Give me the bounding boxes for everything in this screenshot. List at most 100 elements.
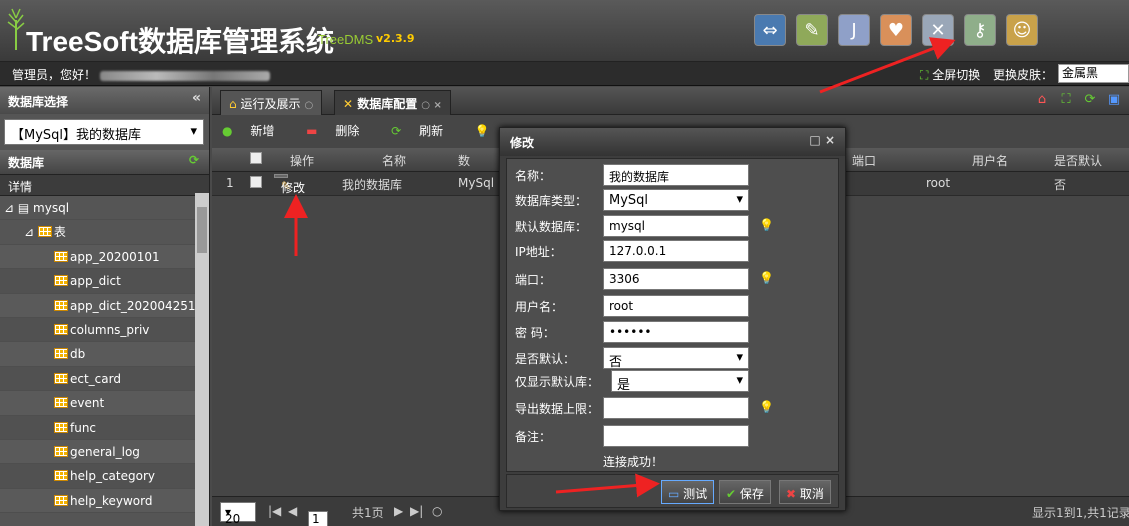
last-page-button[interactable]: ▶| bbox=[410, 504, 423, 518]
table-icon bbox=[54, 470, 68, 482]
tree-item-table[interactable]: help_category bbox=[0, 464, 209, 489]
default-db-field[interactable]: mysql bbox=[603, 215, 749, 237]
fullscreen-toggle[interactable]: ⛶ 全屏切换 bbox=[920, 66, 980, 83]
dialog-title: 修改 □ × bbox=[500, 128, 845, 156]
blurred-username bbox=[99, 70, 270, 81]
collapse-icon[interactable]: « bbox=[192, 90, 201, 106]
table-icon bbox=[37, 226, 52, 238]
dialog-footer: ▭ 测试 ✔ 保存 ✖ 取消 bbox=[506, 474, 839, 508]
hint-icon[interactable]: 💡 bbox=[759, 271, 774, 285]
note-field[interactable] bbox=[603, 425, 749, 447]
connection-status: 连接成功！ bbox=[603, 455, 664, 469]
test-button[interactable]: ▭ 测试 bbox=[661, 480, 715, 504]
tree-item-table[interactable]: app_dict bbox=[0, 269, 209, 294]
prev-page-button[interactable]: ◀ bbox=[288, 504, 297, 518]
close-icon[interactable]: × bbox=[825, 133, 835, 147]
j-icon[interactable]: J bbox=[838, 14, 870, 46]
database-panel-header: 数据库 ⟳ bbox=[0, 150, 209, 174]
close-icon[interactable]: ○ bbox=[304, 100, 313, 111]
table-icon bbox=[54, 421, 68, 433]
user-bar: 管理员，您好！ ⛶ 全屏切换 更换皮肤： bbox=[0, 62, 1129, 86]
username-field[interactable]: root bbox=[603, 295, 749, 317]
tools-icon[interactable]: ✕ bbox=[922, 14, 954, 46]
tree-node-tables[interactable]: ⊿ 表 bbox=[0, 220, 209, 245]
fullscreen-icon[interactable]: ⛶ bbox=[1057, 92, 1075, 110]
tree-item-table[interactable]: ect_card bbox=[0, 366, 209, 392]
refresh-icon[interactable]: ⟳ bbox=[1081, 92, 1099, 110]
table-icon bbox=[54, 397, 68, 409]
page-size-select[interactable]: 20 ▾ bbox=[220, 502, 256, 526]
page-input[interactable]: 1 bbox=[308, 511, 328, 526]
ip-field[interactable]: 127.0.0.1 bbox=[603, 240, 749, 262]
col-port: 端口 bbox=[852, 154, 877, 168]
tree-logo-icon bbox=[7, 8, 25, 50]
refresh-button[interactable]: ⟳ 刷新 bbox=[391, 124, 457, 138]
hint-icon[interactable]: 💡 bbox=[759, 400, 774, 414]
save-button[interactable]: ✔ 保存 bbox=[719, 480, 771, 504]
hint-icon[interactable]: 💡 bbox=[759, 218, 774, 232]
user-icon[interactable]: ☺ bbox=[1006, 14, 1038, 46]
delete-button[interactable]: ▬ 删除 bbox=[306, 124, 373, 138]
tree-scrollbar[interactable] bbox=[195, 193, 209, 526]
table-icon bbox=[54, 299, 68, 311]
cancel-button[interactable]: ✖ 取消 bbox=[779, 480, 831, 504]
window-icon[interactable]: ▣ bbox=[1105, 92, 1123, 110]
heart-icon[interactable]: ♥ bbox=[880, 14, 912, 46]
refresh-icon[interactable]: ⟳ bbox=[189, 153, 199, 167]
port-field[interactable]: 3306 bbox=[603, 268, 749, 290]
home-icon[interactable]: ⌂ bbox=[1033, 92, 1051, 110]
tree-item-table[interactable]: columns_priv bbox=[0, 317, 209, 343]
skin-label: 更换皮肤： bbox=[993, 68, 1054, 82]
export-limit-field[interactable] bbox=[603, 397, 749, 419]
tree-item-table[interactable]: func bbox=[0, 415, 209, 440]
db-type-select[interactable]: MySql ▾ bbox=[603, 189, 749, 211]
detail-header: 详情 bbox=[0, 174, 209, 196]
is-default-select[interactable]: 否 ▾ bbox=[603, 347, 749, 370]
chart-icon[interactable]: ✎ bbox=[796, 14, 828, 46]
table-icon bbox=[54, 275, 68, 287]
tab-db-config[interactable]: ✕ 数据库配置 ○ × bbox=[334, 90, 451, 115]
tree-item-table[interactable]: app_dict_2020042515 bbox=[0, 293, 209, 318]
page-summary: 显示1到1,共1记录 bbox=[1032, 506, 1129, 520]
close-icon[interactable]: ○ × bbox=[421, 100, 442, 111]
maximize-icon[interactable]: □ bbox=[809, 133, 820, 147]
dialog-form: 名称： 我的数据库 数据库类型： MySql ▾ 默认数据库： mysql 💡 I… bbox=[506, 158, 839, 472]
app-title: TreeSoft数据库管理系统 bbox=[26, 26, 335, 57]
table-icon bbox=[54, 445, 68, 457]
table-icon bbox=[54, 372, 68, 384]
tree-item-table[interactable]: event bbox=[0, 391, 209, 416]
col-name: 名称 bbox=[382, 154, 407, 168]
tree-root-mysql[interactable]: ⊿ ▤ mysql bbox=[0, 196, 209, 221]
row-checkbox[interactable] bbox=[250, 176, 262, 188]
table-icon bbox=[54, 250, 68, 262]
tab-run-display[interactable]: ⌂ 运行及展示 ○ bbox=[220, 90, 323, 115]
skin-select[interactable]: 金属黑 bbox=[1058, 64, 1129, 83]
app-subtitle: TreeDMS bbox=[318, 32, 374, 47]
select-all-checkbox[interactable] bbox=[250, 152, 262, 164]
next-page-button[interactable]: ▶ bbox=[394, 504, 403, 518]
only-default-select[interactable]: 是 ▾ bbox=[611, 370, 749, 393]
chevron-down-icon: ▾ bbox=[736, 350, 743, 365]
edit-button[interactable]: ✎ 修改 bbox=[274, 174, 305, 195]
table-icon bbox=[54, 323, 68, 335]
tools-icon: ✕ bbox=[343, 97, 354, 111]
tree-item-table[interactable]: db bbox=[0, 342, 209, 367]
add-button[interactable]: ● 新增 bbox=[222, 124, 288, 138]
hint-icon[interactable]: 💡 bbox=[475, 124, 490, 138]
name-field[interactable]: 我的数据库 bbox=[603, 164, 749, 186]
first-page-button[interactable]: |◀ bbox=[268, 504, 281, 518]
db-select-panel-header: 数据库选择 « bbox=[0, 87, 209, 114]
tree-item-table[interactable]: help_keyword bbox=[0, 488, 209, 514]
database-select[interactable]: 【MySql】我的数据库 ▾ bbox=[4, 119, 204, 145]
refresh-icon[interactable]: ○ bbox=[432, 504, 442, 518]
swap-icon[interactable]: ⇔ bbox=[754, 14, 786, 46]
key-icon[interactable]: ⚷ bbox=[964, 14, 996, 46]
tree-item-table[interactable]: general_log bbox=[0, 439, 209, 465]
db-tree: ⊿ ▤ mysql ⊿ 表 app_20200101 app_dict app_di… bbox=[0, 196, 209, 516]
left-panel: 数据库选择 « 【MySql】我的数据库 ▾ 数据库 ⟳ 详情 ⊿ ▤ mysq… bbox=[0, 87, 210, 526]
col-user: 用户名 bbox=[972, 154, 1009, 168]
tree-item-table[interactable]: app_20200101 bbox=[0, 244, 209, 270]
col-default: 是否默认 bbox=[1054, 154, 1103, 168]
password-field[interactable]: •••••• bbox=[603, 321, 749, 343]
home-icon: ⌂ bbox=[229, 97, 237, 111]
